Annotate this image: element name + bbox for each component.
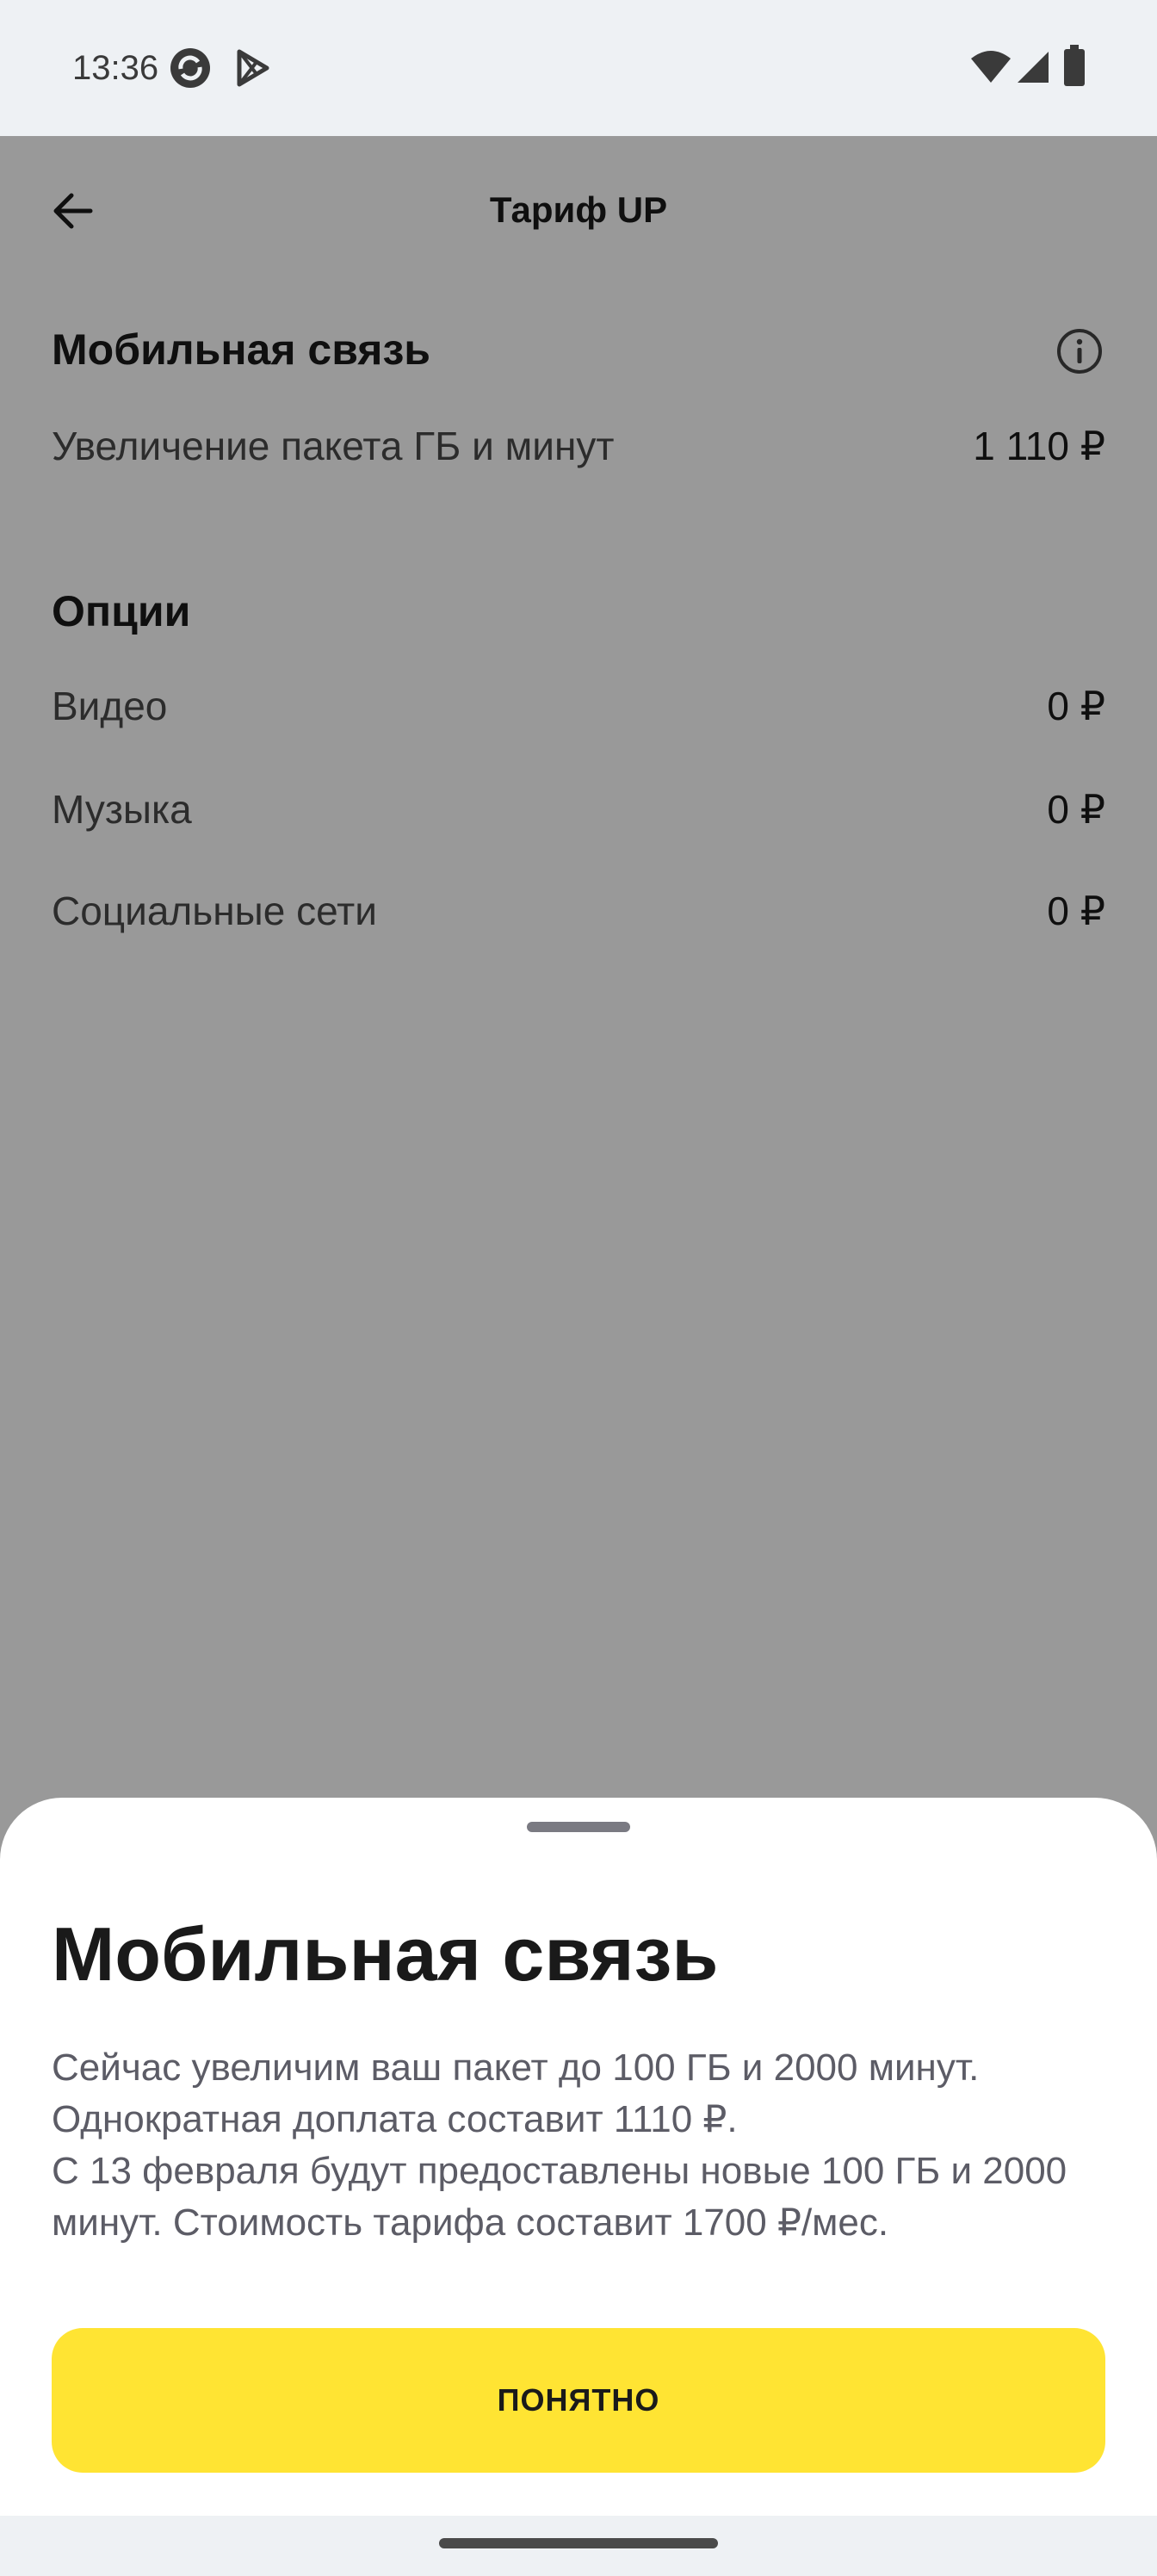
ok-button[interactable]: ПОНЯТНО bbox=[52, 2328, 1105, 2473]
status-time: 13:36 bbox=[72, 49, 159, 87]
sheet-drag-handle[interactable] bbox=[527, 1822, 630, 1832]
sheet-description: Сейчас увеличим ваш пакет до 100 ГБ и 20… bbox=[52, 2047, 1067, 2244]
battery-icon bbox=[1064, 45, 1085, 90]
sync-app-icon bbox=[169, 46, 212, 94]
wifi-icon bbox=[969, 50, 1012, 89]
status-bar: 13:36 bbox=[0, 0, 1157, 136]
play-store-icon bbox=[232, 48, 272, 92]
system-nav-bar bbox=[0, 2516, 1157, 2576]
home-gesture-handle[interactable] bbox=[439, 2538, 718, 2548]
signal-icon bbox=[1016, 50, 1050, 89]
sheet-title: Мобильная связь bbox=[52, 1911, 719, 1997]
bottom-sheet: Мобильная связь Сейчас увеличим ваш паке… bbox=[0, 1798, 1157, 2516]
